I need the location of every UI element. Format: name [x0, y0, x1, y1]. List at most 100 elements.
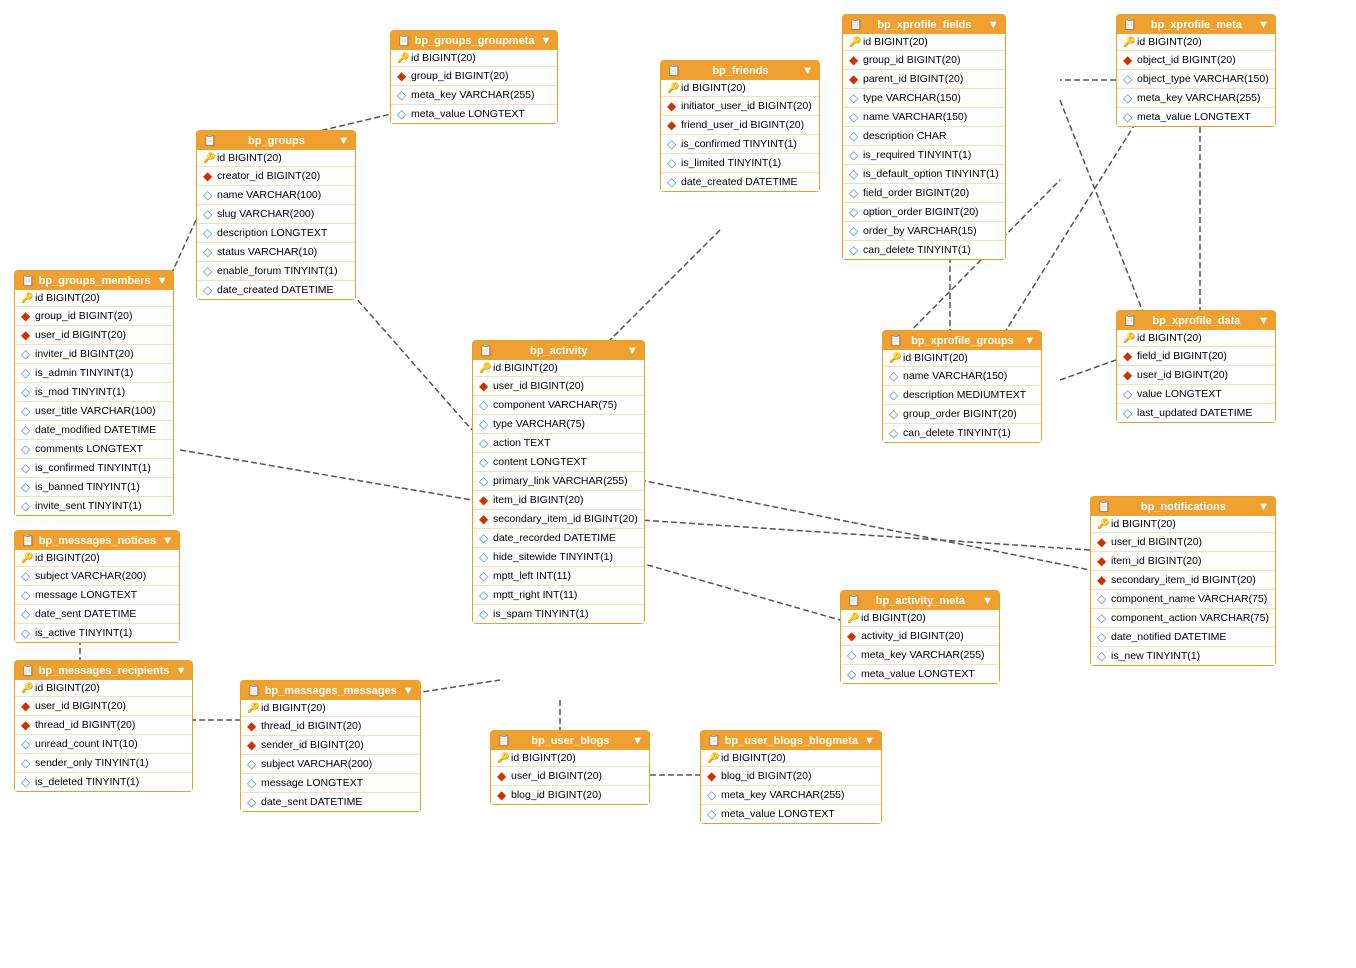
- row-text: slug VARCHAR(200): [217, 208, 314, 220]
- table-row: ◇content LONGTEXT: [473, 453, 644, 472]
- fk-icon: ◆: [21, 309, 31, 323]
- diamond-icon: ◇: [21, 588, 31, 602]
- table-bp_xprofile_fields: 📋bp_xprofile_fields▼🔑id BIGINT(20)◆group…: [842, 14, 1006, 260]
- table-row: ◇is_required TINYINT(1): [843, 146, 1005, 165]
- diamond-icon: ◇: [667, 156, 677, 170]
- table-row: ◇slug VARCHAR(200): [197, 205, 355, 224]
- row-text: date_modified DATETIME: [35, 424, 156, 436]
- row-text: unread_count INT(10): [35, 738, 138, 750]
- table-row: ◆friend_user_id BIGINT(20): [661, 116, 819, 135]
- table-row: ◇order_by VARCHAR(15): [843, 222, 1005, 241]
- table-body-bp_xprofile_fields: 🔑id BIGINT(20)◆group_id BIGINT(20)◆paren…: [843, 34, 1005, 259]
- table-bp_xprofile_meta: 📋bp_xprofile_meta▼🔑id BIGINT(20)◆object_…: [1116, 14, 1276, 127]
- dropdown-icon-bp_activity[interactable]: ▼: [627, 345, 638, 357]
- row-text: date_created DATETIME: [681, 176, 798, 188]
- dropdown-icon-bp_friends[interactable]: ▼: [802, 65, 813, 77]
- table-header-bp_activity: 📋 bp_activity ▼: [473, 341, 644, 360]
- dropdown-icon-bp_messages_messages[interactable]: ▼: [403, 685, 414, 697]
- key-icon: 🔑: [21, 683, 31, 694]
- table-row: ◇is_default_option TINYINT(1): [843, 165, 1005, 184]
- table-title-bp_messages_recipients: bp_messages_recipients: [39, 665, 170, 677]
- table-title-bp_activity: bp_activity: [530, 345, 587, 357]
- diamond-icon: ◇: [889, 388, 899, 402]
- table-row: 🔑id BIGINT(20): [843, 34, 1005, 51]
- table-row: ◇is_banned TINYINT(1): [15, 478, 173, 497]
- dropdown-icon-bp_groups_groupmeta[interactable]: ▼: [541, 35, 552, 47]
- row-text: id BIGINT(20): [681, 82, 746, 94]
- table-row: ◆object_id BIGINT(20): [1117, 51, 1275, 70]
- fk-icon: ◆: [497, 788, 507, 802]
- table-row: ◇date_notified DATETIME: [1091, 628, 1275, 647]
- dropdown-icon-bp_groups[interactable]: ▼: [338, 135, 349, 147]
- row-text: parent_id BIGINT(20): [863, 73, 963, 85]
- table-icon-bp_xprofile_meta: 📋: [1123, 18, 1137, 31]
- table-row: ◆group_id BIGINT(20): [843, 51, 1005, 70]
- table-title-bp_groups_members: bp_groups_members: [39, 275, 151, 287]
- diamond-icon: ◇: [21, 569, 31, 583]
- row-text: id BIGINT(20): [493, 362, 558, 374]
- dropdown-icon-bp_messages_recipients[interactable]: ▼: [176, 665, 187, 677]
- table-row: 🔑id BIGINT(20): [883, 350, 1041, 367]
- table-row: ◇enable_forum TINYINT(1): [197, 262, 355, 281]
- table-row: ◇is_deleted TINYINT(1): [15, 773, 192, 791]
- diamond-icon: ◇: [21, 756, 31, 770]
- table-row: ◇is_admin TINYINT(1): [15, 364, 173, 383]
- dropdown-icon-bp_activity_meta[interactable]: ▼: [982, 595, 993, 607]
- dropdown-icon-bp_xprofile_meta[interactable]: ▼: [1258, 19, 1269, 31]
- row-text: user_id BIGINT(20): [1111, 536, 1202, 548]
- table-body-bp_user_blogs: 🔑id BIGINT(20)◆user_id BIGINT(20)◆blog_i…: [491, 750, 649, 804]
- diamond-icon: ◇: [1123, 406, 1133, 420]
- table-title-bp_notifications: bp_notifications: [1141, 501, 1226, 513]
- dropdown-icon-bp_xprofile_groups[interactable]: ▼: [1024, 335, 1035, 347]
- table-bp_user_blogs_blogmeta: 📋bp_user_blogs_blogmeta▼🔑id BIGINT(20)◆b…: [700, 730, 882, 824]
- key-icon: 🔑: [397, 53, 407, 64]
- dropdown-icon-bp_notifications[interactable]: ▼: [1258, 501, 1269, 513]
- key-icon: 🔑: [1097, 519, 1107, 530]
- table-row: ◆item_id BIGINT(20): [473, 491, 644, 510]
- table-row: ◆ user_id BIGINT(20): [1091, 533, 1275, 552]
- row-text: comments LONGTEXT: [35, 443, 143, 455]
- table-row: ◆creator_id BIGINT(20): [197, 167, 355, 186]
- row-text: meta_key VARCHAR(255): [1137, 92, 1261, 104]
- fk-icon: ◆: [247, 738, 257, 752]
- table-title-bp_xprofile_fields: bp_xprofile_fields: [877, 19, 971, 31]
- row-text: content LONGTEXT: [493, 456, 587, 468]
- table-icon-bp_friends: 📋: [667, 64, 681, 77]
- table-row: ◇name VARCHAR(150): [843, 108, 1005, 127]
- diamond-icon: ◇: [849, 186, 859, 200]
- row-text: group_id BIGINT(20): [35, 310, 132, 322]
- table-row: 🔑id BIGINT(20): [473, 360, 644, 377]
- row-text: invite_sent TINYINT(1): [35, 500, 142, 512]
- diamond-icon: ◇: [849, 91, 859, 105]
- row-text: subject VARCHAR(200): [35, 570, 146, 582]
- diamond-icon: ◇: [203, 188, 213, 202]
- table-row: ◇hide_sitewide TINYINT(1): [473, 548, 644, 567]
- table-row: 🔑id BIGINT(20): [15, 680, 192, 697]
- row-text: sender_only TINYINT(1): [35, 757, 149, 769]
- row-text: id BIGINT(20): [903, 352, 968, 364]
- row-text: can_delete TINYINT(1): [903, 427, 1011, 439]
- table-row: ◆user_id BIGINT(20): [1117, 366, 1275, 385]
- dropdown-icon-bp_user_blogs[interactable]: ▼: [632, 735, 643, 747]
- table-row: ◇component VARCHAR(75): [473, 396, 644, 415]
- dropdown-icon-bp_xprofile_data[interactable]: ▼: [1258, 315, 1269, 327]
- table-row: 🔑id BIGINT(20): [197, 150, 355, 167]
- table-title-bp_user_blogs_blogmeta: bp_user_blogs_blogmeta: [725, 735, 858, 747]
- row-text: meta_key VARCHAR(255): [721, 789, 845, 801]
- diamond-icon: ◇: [21, 442, 31, 456]
- dropdown-icon-bp_groups_members[interactable]: ▼: [157, 275, 168, 287]
- table-row: ◇date_recorded DATETIME: [473, 529, 644, 548]
- fk-icon: ◆: [1097, 535, 1107, 549]
- row-text: description LONGTEXT: [217, 227, 327, 239]
- table-header-bp_messages_messages: 📋bp_messages_messages▼: [241, 681, 420, 700]
- dropdown-icon-bp_user_blogs_blogmeta[interactable]: ▼: [864, 735, 875, 747]
- dropdown-icon-bp_xprofile_fields[interactable]: ▼: [988, 19, 999, 31]
- table-bp_xprofile_groups: 📋bp_xprofile_groups▼🔑id BIGINT(20)◇name …: [882, 330, 1042, 443]
- diamond-icon: ◇: [1097, 630, 1107, 644]
- table-body-bp_groups_members: 🔑id BIGINT(20)◆group_id BIGINT(20)◆user_…: [15, 290, 173, 515]
- dropdown-icon-bp_messages_notices[interactable]: ▼: [162, 535, 173, 547]
- table-icon-bp_activity: 📋: [479, 344, 493, 357]
- row-text: inviter_id BIGINT(20): [35, 348, 134, 360]
- row-text: last_updated DATETIME: [1137, 407, 1252, 419]
- row-text: date_sent DATETIME: [35, 608, 136, 620]
